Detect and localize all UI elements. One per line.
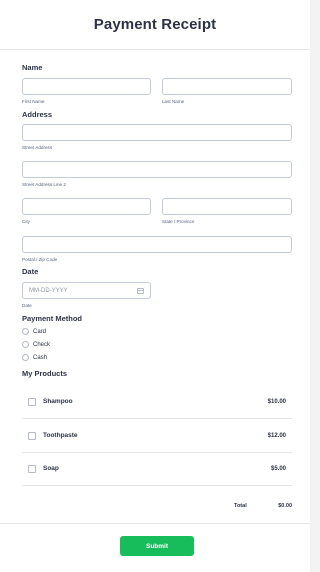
city-input[interactable] — [22, 198, 151, 215]
address-label: Address — [22, 110, 53, 119]
form-card: Payment Receipt Name First Name Last Nam… — [0, 0, 310, 572]
street-address-2-input[interactable] — [22, 161, 292, 178]
last-name-input[interactable] — [162, 78, 292, 95]
total-value: $0.00 — [278, 503, 292, 509]
state-input[interactable] — [162, 198, 292, 215]
product-name: Toothpaste — [43, 432, 78, 439]
first-name-input[interactable] — [22, 78, 151, 95]
product-name: Shampoo — [43, 398, 73, 405]
form-header: Payment Receipt — [0, 0, 310, 50]
payment-method-label: Payment Method — [22, 314, 83, 323]
total-label: Total — [234, 503, 247, 509]
product-price: $5.00 — [270, 465, 286, 472]
product-checkbox[interactable] — [28, 464, 36, 473]
product-row[interactable]: Shampoo $10.00 — [22, 385, 292, 419]
product-checkbox[interactable] — [28, 397, 36, 406]
radio-card[interactable] — [22, 328, 29, 335]
product-price: $12.00 — [267, 432, 286, 439]
products-label: My Products — [22, 369, 68, 378]
payment-option-card[interactable]: Card — [22, 328, 46, 335]
payment-option-check[interactable]: Check — [22, 341, 50, 348]
radio-cash-label: Cash — [33, 354, 48, 361]
product-row[interactable]: Toothpaste $12.00 — [22, 419, 292, 453]
total-row: Total $0.00 — [22, 503, 292, 513]
form-title: Payment Receipt — [93, 16, 217, 33]
postal-code-sublabel: Postal / Zip Code — [22, 257, 58, 262]
product-checkbox[interactable] — [28, 431, 36, 440]
radio-card-label: Card — [33, 328, 47, 335]
street-address-input[interactable] — [22, 124, 292, 141]
street-address-2-sublabel: Street Address Line 2 — [22, 182, 66, 187]
city-sublabel: City — [22, 219, 30, 224]
product-price: $10.00 — [267, 398, 286, 405]
radio-check[interactable] — [22, 341, 29, 348]
name-label: Name — [22, 63, 43, 72]
calendar-icon[interactable] — [137, 287, 144, 294]
date-input[interactable]: MM-DD-YYYY — [22, 282, 151, 299]
street-address-sublabel: Street Address — [22, 145, 53, 150]
submit-button[interactable]: Submit — [120, 536, 194, 556]
footer-divider — [0, 523, 310, 524]
radio-cash[interactable] — [22, 354, 29, 361]
postal-code-input[interactable] — [22, 236, 292, 253]
date-sublabel: Date — [22, 303, 32, 308]
date-placeholder: MM-DD-YYYY — [29, 287, 68, 294]
payment-option-cash[interactable]: Cash — [22, 354, 47, 361]
product-name: Soap — [43, 465, 59, 472]
radio-check-label: Check — [33, 341, 51, 348]
last-name-sublabel: Last Name — [162, 99, 185, 104]
state-sublabel: State / Province — [162, 219, 195, 224]
date-label: Date — [22, 267, 39, 276]
first-name-sublabel: First Name — [22, 99, 45, 104]
product-row[interactable]: Soap $5.00 — [22, 452, 292, 486]
